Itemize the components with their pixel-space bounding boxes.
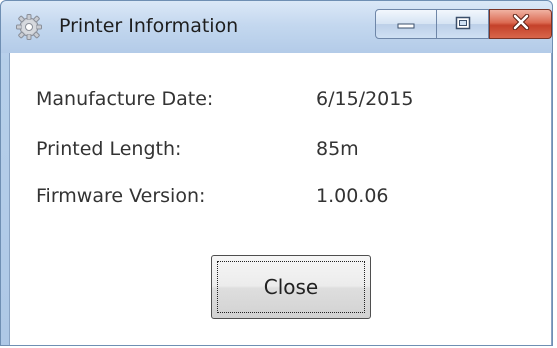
info-value: 85m bbox=[316, 138, 359, 160]
maximize-button[interactable] bbox=[437, 9, 489, 39]
close-button[interactable]: Close bbox=[211, 255, 371, 319]
close-icon bbox=[512, 13, 530, 34]
window-close-button[interactable] bbox=[489, 9, 552, 39]
info-label: Firmware Version: bbox=[36, 185, 206, 207]
close-button-label: Close bbox=[263, 275, 319, 299]
title-bar[interactable]: Printer Information bbox=[1, 1, 552, 53]
info-label: Manufacture Date: bbox=[36, 88, 214, 110]
info-value: 1.00.06 bbox=[316, 185, 389, 207]
dialog-content: Manufacture Date: 6/15/2015 Printed Leng… bbox=[9, 53, 552, 345]
window-title: Printer Information bbox=[59, 15, 239, 37]
gear-icon bbox=[15, 13, 43, 41]
info-label: Printed Length: bbox=[36, 138, 182, 160]
printer-information-window: Printer Information Manufacture Date: 6/… bbox=[0, 0, 553, 346]
info-value: 6/15/2015 bbox=[316, 88, 414, 110]
minimize-icon bbox=[397, 15, 415, 34]
minimize-button[interactable] bbox=[375, 9, 437, 39]
maximize-icon bbox=[455, 15, 471, 34]
